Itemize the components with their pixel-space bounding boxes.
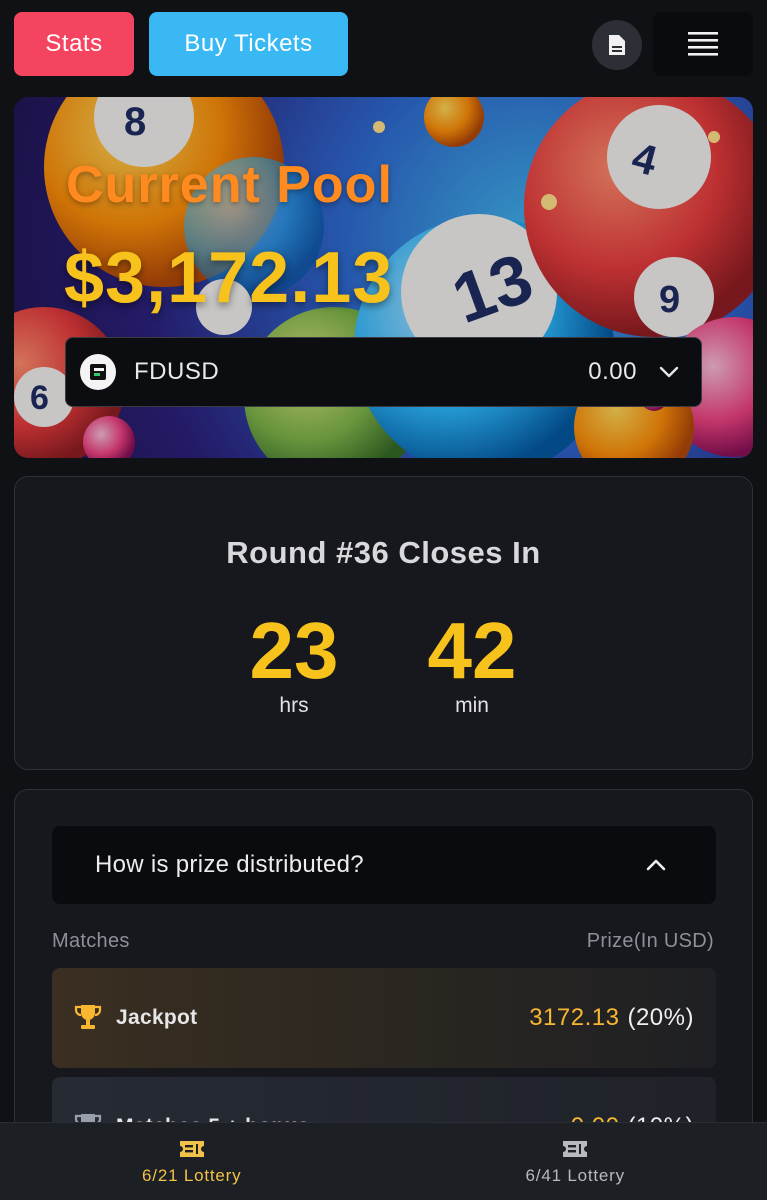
round-title: Round #36 Closes In: [226, 535, 541, 570]
stats-button[interactable]: Stats: [14, 12, 134, 76]
document-icon: [609, 35, 625, 55]
prize-distribution-card: How is prize distributed? Matches Prize(…: [14, 789, 753, 1129]
pool-amount: $3,172.13: [64, 238, 394, 318]
prize-row-percentage: (20%): [627, 1004, 694, 1031]
prize-column-header: Prize(In USD): [586, 930, 714, 952]
prize-row-label: Jackpot: [116, 1006, 198, 1029]
countdown-minutes-unit: min: [455, 694, 489, 717]
menu-button[interactable]: [653, 12, 753, 76]
current-pool-banner: 13 4 8 6 9 Current Pool $3,172.13 FDUSD …: [14, 97, 753, 458]
pool-title: Current Pool: [66, 156, 393, 214]
nav-label: 6/41 Lottery: [525, 1165, 625, 1185]
prize-row-amount: 3172.13: [529, 1004, 620, 1031]
fdusd-token-icon: [80, 354, 116, 390]
top-bar: Stats Buy Tickets: [0, 0, 767, 90]
ticket-icon: [561, 1138, 589, 1160]
matches-column-header: Matches: [52, 930, 130, 952]
hamburger-menu-icon: [688, 32, 718, 56]
token-selector[interactable]: FDUSD 0.00: [65, 337, 702, 407]
countdown-hours: 23: [249, 606, 339, 695]
nav-item-6-21-lottery[interactable]: 6/21 Lottery: [0, 1123, 384, 1200]
ticket-icon: [178, 1138, 206, 1160]
chevron-up-icon[interactable]: [646, 854, 668, 876]
nav-item-6-41-lottery[interactable]: 6/41 Lottery: [384, 1123, 767, 1200]
buy-tickets-button[interactable]: Buy Tickets: [149, 12, 348, 76]
token-balance: 0.00: [588, 358, 637, 385]
token-name: FDUSD: [134, 358, 220, 385]
countdown-hours-unit: hrs: [279, 694, 309, 717]
prize-row-jackpot: Jackpot 3172.13 (20%): [52, 968, 716, 1068]
chevron-down-icon: [659, 362, 679, 382]
round-countdown-card: Round #36 Closes In 23 hrs 42 min: [14, 476, 753, 770]
nav-label: 6/21 Lottery: [142, 1165, 242, 1185]
document-button[interactable]: [592, 20, 642, 70]
countdown-minutes: 42: [427, 606, 517, 695]
prize-distribution-accordion[interactable]: How is prize distributed?: [52, 826, 716, 904]
bottom-navigation: 6/21 Lottery 6/41 Lottery: [0, 1122, 767, 1200]
accordion-label: How is prize distributed?: [95, 851, 364, 878]
gold-trophy-icon: [74, 1003, 102, 1033]
